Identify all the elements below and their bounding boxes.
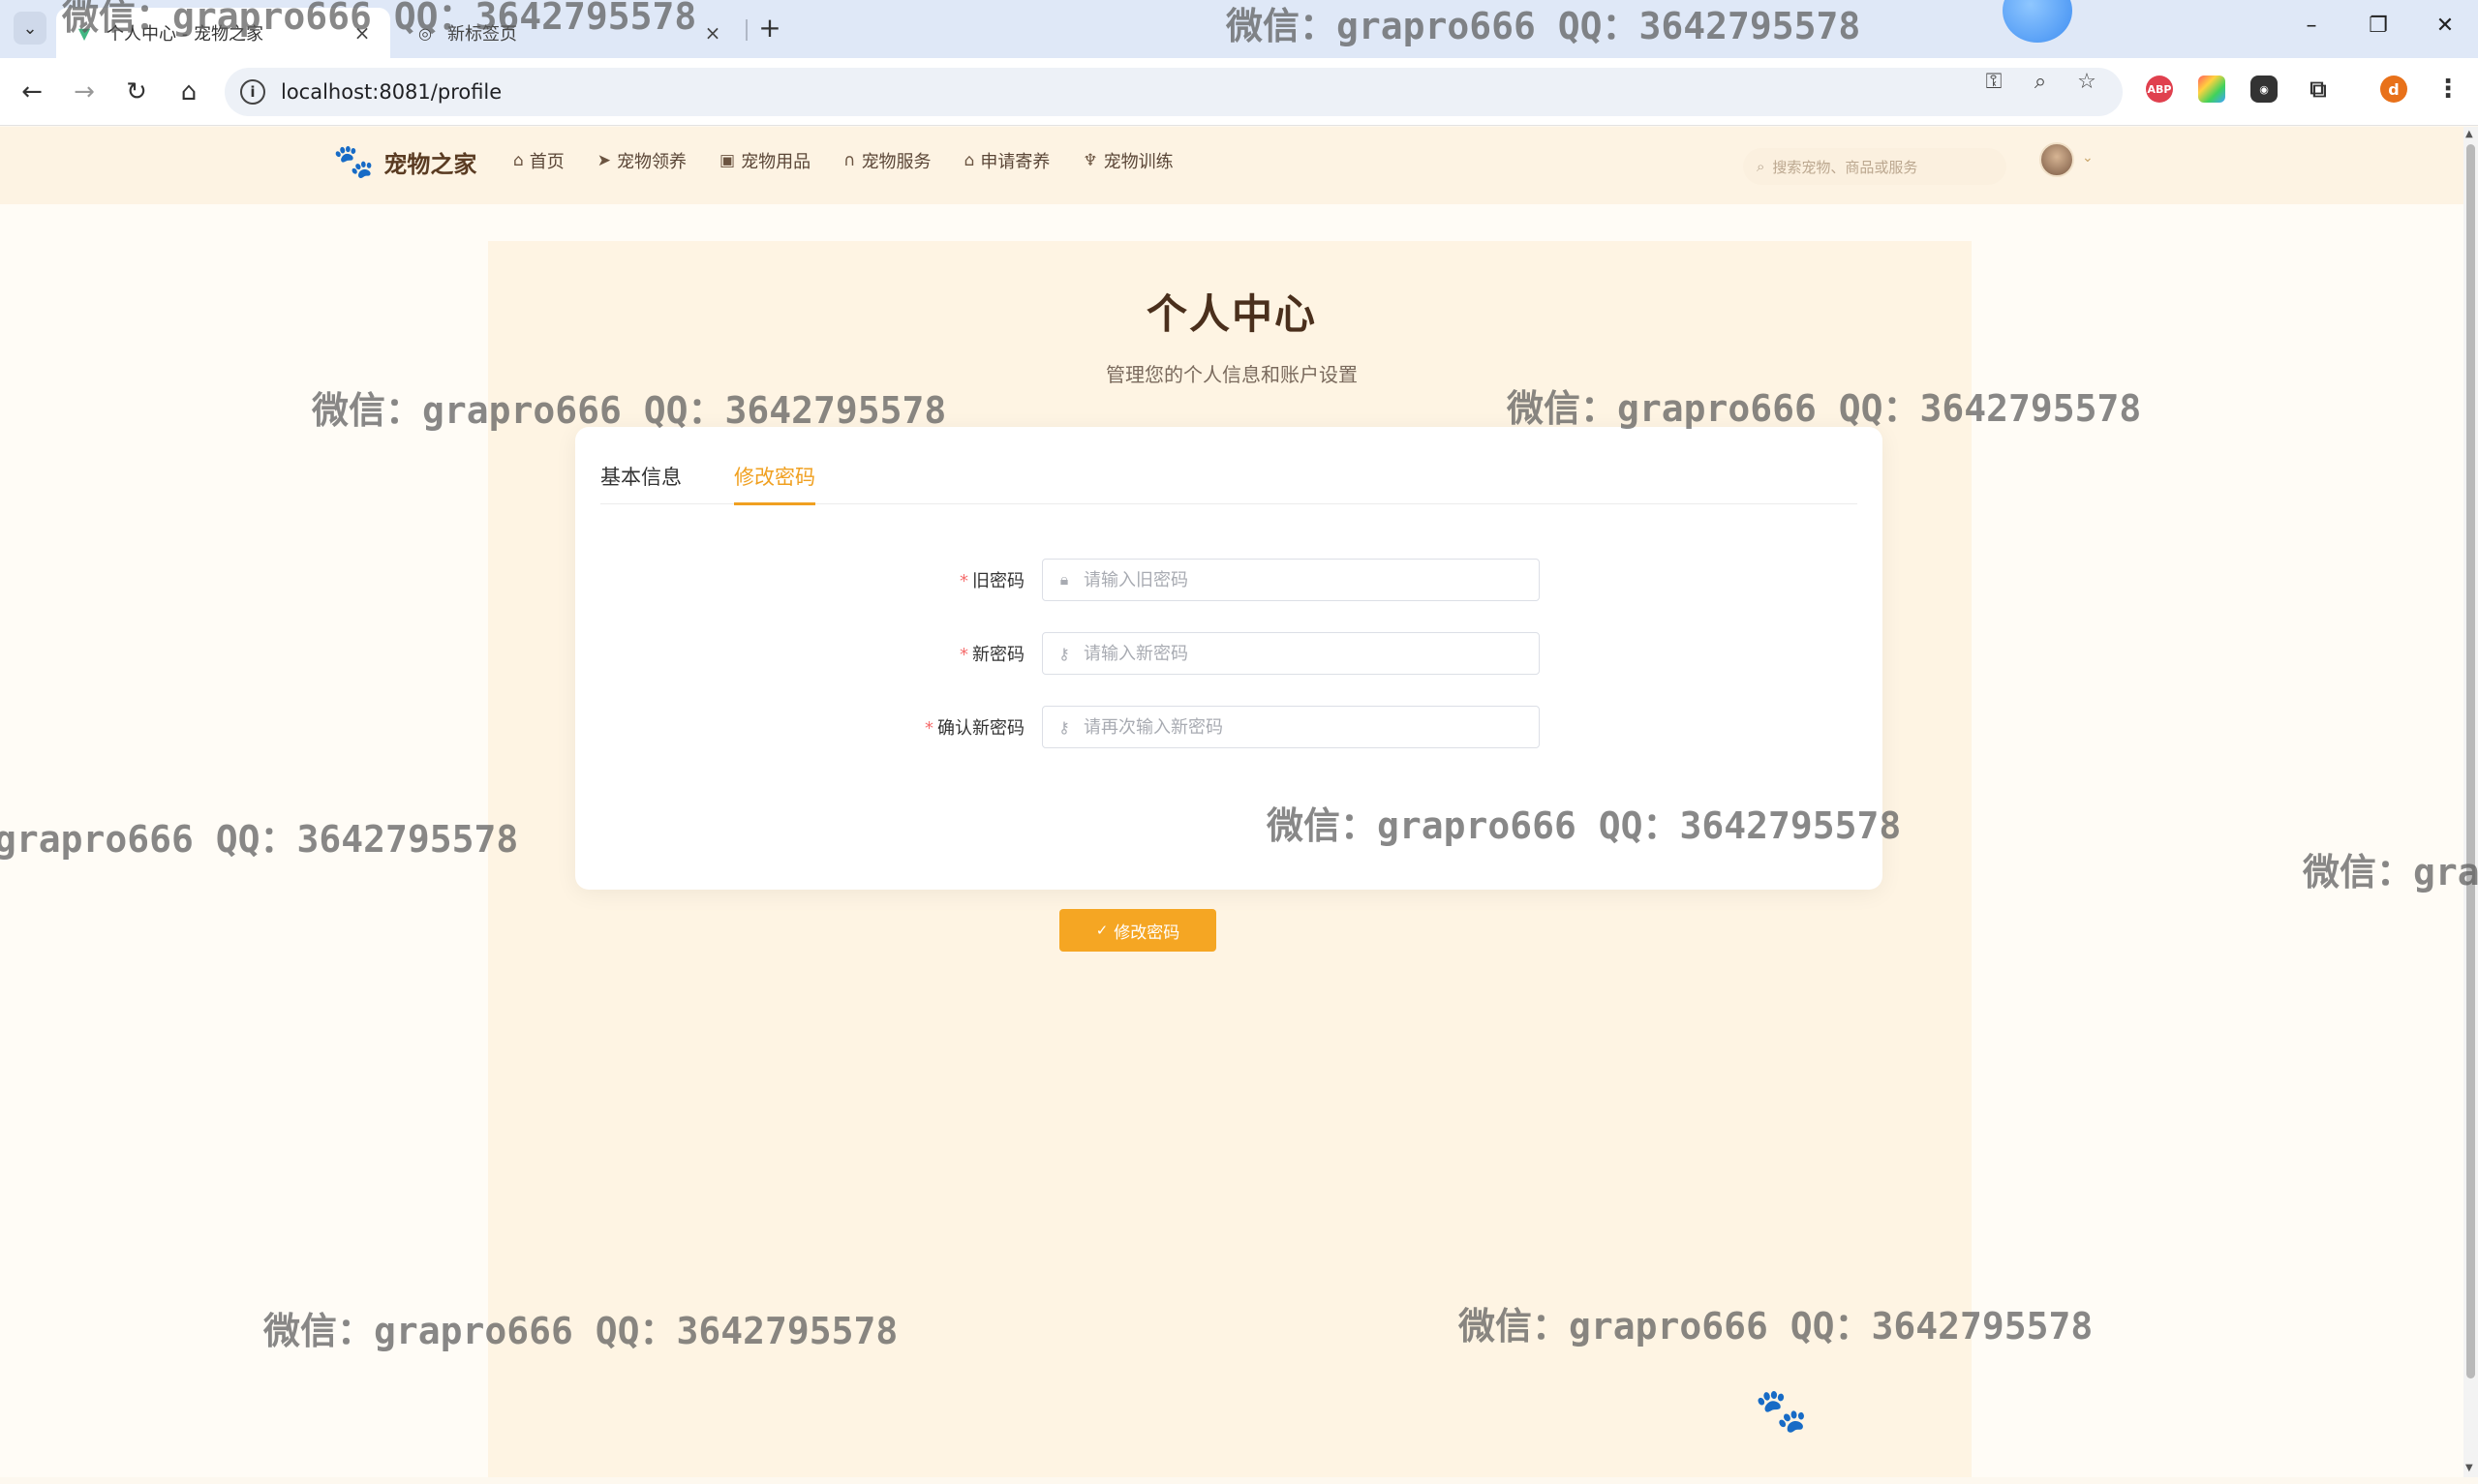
scroll-up-icon[interactable]: ▲: [2465, 129, 2473, 139]
chevron-down-icon[interactable]: ⌄: [2082, 150, 2094, 166]
paw-logo-icon: 🐾: [333, 142, 375, 181]
nav-item-home[interactable]: ⌂ 首页: [513, 148, 565, 173]
site-info-icon[interactable]: i: [240, 79, 265, 105]
watermark: 微信：grapro666 QQ：3642795578: [1267, 804, 1902, 847]
user-avatar[interactable]: [2039, 142, 2074, 177]
key-icon: ⚷: [1058, 644, 1070, 663]
home-button[interactable]: ⌂: [172, 76, 205, 108]
brand-name: 宠物之家: [383, 150, 477, 178]
check-icon: ✓: [1095, 922, 1109, 939]
nav-label: 宠物用品: [741, 152, 811, 172]
site-logo[interactable]: 🐾 宠物之家: [333, 142, 476, 181]
new-password-field[interactable]: ⚷: [1042, 632, 1540, 675]
watermark: 微信：grapro666 QQ：3642795578: [263, 1310, 899, 1352]
old-password-row: * 旧密码 🔒︎: [575, 559, 1882, 601]
confirm-password-field[interactable]: ⚷: [1042, 706, 1540, 748]
confirm-password-row: * 确认新密码 ⚷: [575, 706, 1882, 748]
profile-tabs: 基本信息 修改密码: [600, 462, 1857, 505]
nav-item-supplies[interactable]: ▣ 宠物用品: [719, 148, 811, 173]
required-mark: *: [925, 718, 933, 739]
tab-separator: [746, 19, 748, 41]
paw-decoration-icon: 🐾: [1755, 1386, 1808, 1436]
confirm-password-input[interactable]: [1084, 716, 1539, 738]
extensions-puzzle-icon[interactable]: ⧉: [2305, 76, 2332, 103]
close-window-button[interactable]: ✕: [2431, 14, 2460, 38]
site-search[interactable]: ⌕ 搜索宠物、商品或服务: [1743, 148, 2006, 185]
omnibox[interactable]: i localhost:8081/profile: [225, 68, 2123, 116]
ghost-extension-icon[interactable]: ◉: [2250, 76, 2278, 103]
tab-change-password[interactable]: 修改密码: [734, 462, 815, 505]
main-nav: ⌂ 首页 ➤ 宠物领养 ▣ 宠物用品 ∩ 宠物服务 ⌂ 申请寄养 ♆ 宠物训练: [513, 148, 1207, 173]
watermark: 微信：grapro666 QQ：3642795578: [1507, 387, 2142, 430]
old-password-input[interactable]: [1084, 569, 1539, 591]
required-mark: *: [960, 645, 968, 665]
watermark: 微信：grapro666 QQ：3642795578: [312, 389, 947, 432]
watermark: 微信：grapro666 QQ：3642795578: [1226, 5, 1861, 47]
forward-button[interactable]: →: [68, 76, 101, 108]
zoom-icon[interactable]: ⌕: [2026, 70, 2055, 94]
nav-label: 宠物领养: [617, 152, 688, 172]
nav-item-adoption[interactable]: ➤ 宠物领养: [597, 148, 687, 173]
search-icon: ⌕: [1757, 158, 1765, 175]
change-password-button[interactable]: ✓ 修改密码: [1059, 909, 1216, 952]
bookmark-star-icon[interactable]: ☆: [2072, 70, 2101, 94]
bag-icon: ▣: [719, 151, 736, 170]
confirm-password-label: * 确认新密码: [925, 718, 1025, 739]
minimize-button[interactable]: –: [2297, 14, 2326, 38]
new-password-label: * 新密码: [960, 645, 1025, 665]
button-label: 修改密码: [1114, 923, 1180, 943]
nav-item-training[interactable]: ♆ 宠物训练: [1083, 148, 1173, 173]
home-icon: ⌂: [513, 151, 524, 170]
site-header: 🐾 宠物之家 ⌂ 首页 ➤ 宠物领养 ▣ 宠物用品 ∩ 宠物服务 ⌂ 申请寄养: [0, 127, 2463, 204]
new-tab-button[interactable]: +: [755, 12, 784, 44]
adblock-extension-icon[interactable]: ABP: [2146, 76, 2173, 103]
search-placeholder: 搜索宠物、商品或服务: [1772, 158, 1918, 176]
lock-icon: 🔒︎: [1059, 570, 1069, 589]
nav-label: 宠物服务: [861, 152, 932, 172]
color-extension-icon[interactable]: [2198, 76, 2225, 103]
nav-item-services[interactable]: ∩ 宠物服务: [843, 148, 931, 173]
nav-label: 宠物训练: [1103, 152, 1174, 172]
watermark: 微信：grapro666 QQ：3642795578: [0, 818, 519, 861]
scroll-down-icon[interactable]: ▼: [2465, 1463, 2473, 1473]
page-viewport: 🐾 宠物之家 ⌂ 首页 ➤ 宠物领养 ▣ 宠物用品 ∩ 宠物服务 ⌂ 申请寄养: [0, 127, 2463, 1477]
nav-item-boarding[interactable]: ⌂ 申请寄养: [964, 148, 1051, 173]
nav-label: 申请寄养: [980, 152, 1051, 172]
old-password-label: * 旧密码: [960, 571, 1025, 591]
page-title: 个人中心: [1146, 290, 1317, 338]
trophy-icon: ♆: [1083, 151, 1098, 170]
new-password-input[interactable]: [1084, 643, 1539, 664]
watermark: 微信：grapro666 QQ：3642795578: [62, 0, 697, 38]
page-scrollbar[interactable]: ▲ ▼: [2463, 127, 2478, 1477]
restore-button[interactable]: ❐: [2364, 14, 2393, 38]
watermark: 微信：grapro666 QQ：3642795578: [1458, 1305, 2094, 1348]
tab-basic-info[interactable]: 基本信息: [600, 462, 682, 504]
tab-search-dropdown[interactable]: ⌄: [14, 12, 46, 45]
key-icon: ⚷: [1058, 717, 1070, 737]
profile-bubble-icon: [2003, 0, 2072, 43]
url-text: localhost:8081/profile: [281, 80, 503, 104]
browser-address-bar: ← → ↻ ⌂ i localhost:8081/profile ⚿ ⌕ ☆: [0, 58, 2478, 126]
password-key-icon[interactable]: ⚿: [1979, 70, 2008, 94]
nav-label: 首页: [529, 152, 565, 172]
send-icon: ➤: [597, 151, 612, 170]
browser-profile-avatar[interactable]: d: [2380, 76, 2407, 103]
old-password-field[interactable]: 🔒︎: [1042, 559, 1540, 601]
close-tab-icon[interactable]: ×: [702, 21, 723, 45]
new-password-row: * 新密码 ⚷: [575, 632, 1882, 675]
watermark: 微信：grapro666 QQ：3642795578: [2303, 851, 2478, 893]
scrollbar-thumb[interactable]: [2466, 144, 2475, 1378]
house-icon: ⌂: [964, 151, 975, 170]
headset-icon: ∩: [843, 151, 856, 170]
browser-menu-icon[interactable]: ⋮: [2434, 75, 2462, 104]
reload-button[interactable]: ↻: [120, 76, 153, 108]
back-button[interactable]: ←: [15, 76, 48, 108]
required-mark: *: [960, 571, 968, 591]
